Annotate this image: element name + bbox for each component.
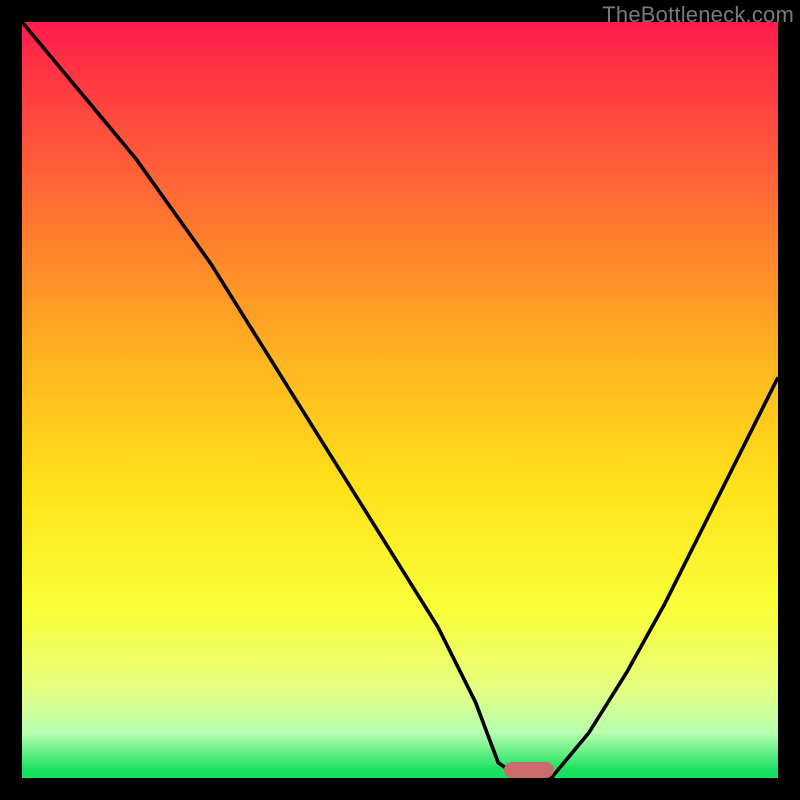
curve-path <box>22 22 778 778</box>
chart-plot-area <box>22 22 778 778</box>
watermark-text: TheBottleneck.com <box>602 2 794 28</box>
bottleneck-curve <box>22 22 778 778</box>
chart-frame: TheBottleneck.com <box>0 0 800 800</box>
optimum-marker <box>504 762 554 778</box>
